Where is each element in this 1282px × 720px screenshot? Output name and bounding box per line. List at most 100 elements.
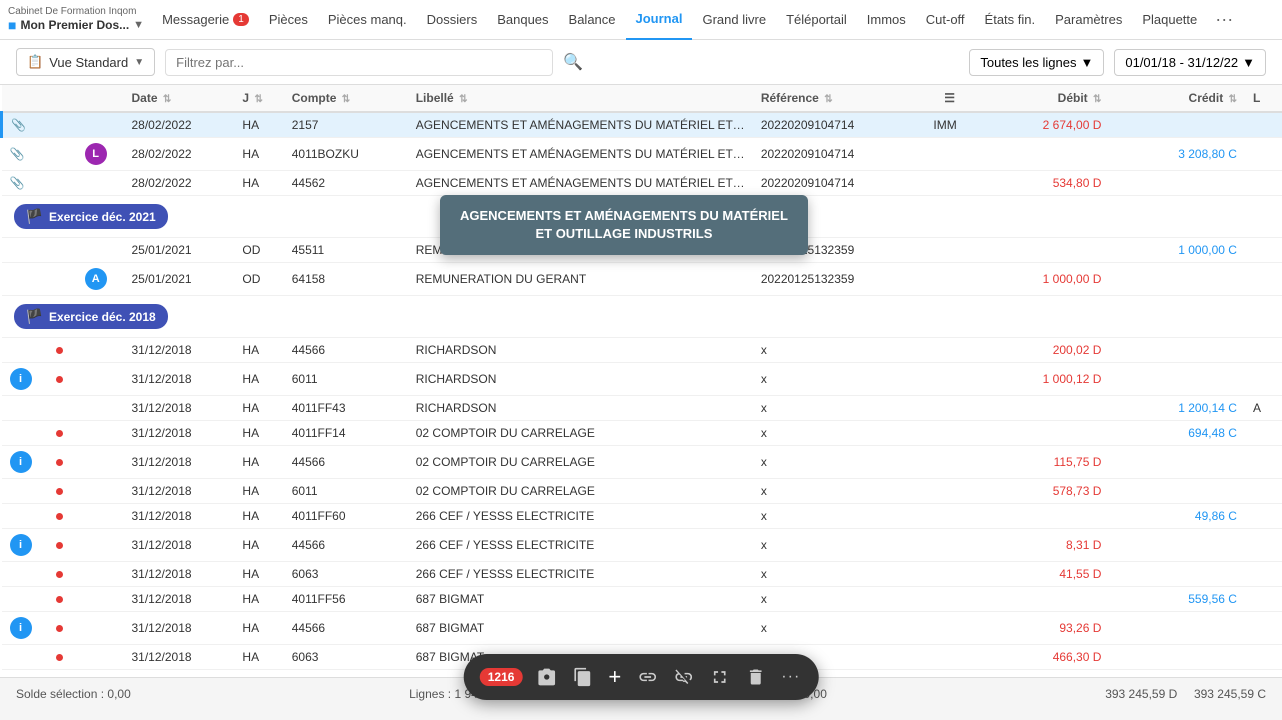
table-row[interactable]: i 31/12/2018 HA 44566 02 COMPTOIR DU CAR… (2, 446, 1282, 479)
row-credit (1109, 562, 1245, 587)
row-j: HA (234, 396, 283, 421)
table-row[interactable]: i 31/12/2018 HA 44566 687 BIGMAT x 93,26… (2, 612, 1282, 645)
ft-link-button[interactable] (635, 665, 659, 689)
avatar: A (85, 268, 107, 290)
filter-input[interactable] (165, 49, 553, 76)
vue-standard-button[interactable]: 📋 Vue Standard ▼ (16, 48, 155, 76)
row-j: OD (234, 238, 283, 263)
nav-teleportail[interactable]: Téléportail (776, 0, 857, 40)
table-row[interactable]: i 31/12/2018 HA 44566 266 CEF / YESSS EL… (2, 529, 1282, 562)
row-avatar-cell (77, 446, 124, 479)
tooltip-line1: AGENCEMENTS ET AMÉNAGEMENTS DU MATÉRIEL (460, 207, 788, 225)
row-date: 31/12/2018 (124, 612, 235, 645)
col-libelle-header[interactable]: Libellé ⇅ (408, 85, 753, 112)
table-row[interactable]: 📎 28/02/2022 HA 44562 AGENCEMENTS ET AMÉ… (2, 171, 1282, 196)
table-header-row: Date ⇅ J ⇅ Compte ⇅ Libellé ⇅ Référence … (2, 85, 1282, 112)
table-row[interactable]: i 31/12/2018 HA 6011 RICHARDSON x 1 000,… (2, 363, 1282, 396)
filter-lines-button[interactable]: Toutes les lignes ▼ (969, 49, 1104, 76)
row-debit (974, 421, 1110, 446)
table-row[interactable]: 31/12/2018 HA 4011FF60 266 CEF / YESSS E… (2, 504, 1282, 529)
row-compte: 6063 (284, 562, 408, 587)
row-compte: 44562 (284, 171, 408, 196)
ft-more-button[interactable]: ··· (779, 666, 802, 688)
row-avatar-cell (77, 171, 124, 196)
row-ref2 (925, 670, 973, 678)
col-credit-header[interactable]: Crédit ⇅ (1109, 85, 1245, 112)
table-row[interactable]: 📎 28/02/2022 HA 2157 AGENCEMENTS ET AMÉN… (2, 112, 1282, 138)
row-icon (2, 562, 49, 587)
row-date: 28/02/2022 (124, 138, 235, 171)
nav-journal[interactable]: Journal (626, 0, 693, 40)
avatar: L (85, 143, 107, 165)
exercise-badge: 🏴 Exercice déc. 2021 (14, 204, 168, 229)
row-libelle: 02 COMPTOIR DU CARRELAGE (408, 446, 753, 479)
row-date: 31/12/2018 (124, 396, 235, 421)
nav-grand-livre[interactable]: Grand livre (692, 0, 776, 40)
row-credit: 1 200,14 C (1109, 396, 1245, 421)
row-j: HA (234, 171, 283, 196)
col-compte-header[interactable]: Compte ⇅ (284, 85, 408, 112)
col-filter-header[interactable]: ☰ (925, 85, 973, 112)
row-avatar-cell (77, 238, 124, 263)
search-icon[interactable]: 🔍 (563, 52, 583, 72)
ft-unlink-button[interactable] (671, 665, 695, 689)
row-dot (48, 138, 76, 171)
ft-camera-button[interactable] (534, 665, 558, 689)
nav-banques[interactable]: Banques (487, 0, 558, 40)
row-debit: 2 202,16 D (974, 670, 1110, 678)
table-row[interactable]: 31/12/2018 HA 6063 266 CEF / YESSS ELECT… (2, 562, 1282, 587)
col-ref-header[interactable]: Référence ⇅ (753, 85, 926, 112)
nav-more[interactable]: ··· (1207, 9, 1241, 30)
row-l (1245, 504, 1282, 529)
solde-selection: Solde sélection : 0,00 (16, 687, 131, 701)
filter-bar: 📋 Vue Standard ▼ 🔍 Toutes les lignes ▼ 0… (0, 40, 1282, 85)
col-j-header[interactable]: J ⇅ (234, 85, 283, 112)
table-row[interactable]: 31/12/2018 HA 4011FF43 RICHARDSON x 1 20… (2, 396, 1282, 421)
ft-add-button[interactable]: + (606, 662, 623, 692)
row-l (1245, 479, 1282, 504)
row-compte: 64158 (284, 263, 408, 296)
table-row[interactable]: A 25/01/2021 OD 64158 REMUNERATION DU GE… (2, 263, 1282, 296)
row-date: 31/12/2018 (124, 670, 235, 678)
row-j: OD (234, 263, 283, 296)
nav-dossiers[interactable]: Dossiers (417, 0, 488, 40)
row-ref2 (925, 479, 973, 504)
row-debit: 8,31 D (974, 529, 1110, 562)
row-date: 25/01/2021 (124, 263, 235, 296)
row-libelle: AGENCEMENTS ET AMÉNAGEMENTS DU MATÉRIEL … (408, 171, 753, 196)
nav-pieces-manq[interactable]: Pièces manq. (318, 0, 417, 40)
row-ref2 (925, 504, 973, 529)
col-date-header[interactable]: Date ⇅ (124, 85, 235, 112)
table-row[interactable]: 31/12/2018 HA 4011FF14 02 COMPTOIR DU CA… (2, 421, 1282, 446)
table-row[interactable]: 📎 L 28/02/2022 HA 4011BOZKU AGENCEMENTS … (2, 138, 1282, 171)
table-row[interactable]: 31/12/2018 HA 44566 RICHARDSON x 200,02 … (2, 338, 1282, 363)
col-l-header[interactable]: L (1245, 85, 1282, 112)
row-credit (1109, 612, 1245, 645)
ft-copy-button[interactable] (570, 665, 594, 689)
company-name[interactable]: ■ Mon Premier Dos... ▼ (8, 17, 144, 33)
table-row[interactable]: 31/12/2018 HA 4011FF56 687 BIGMAT x 559,… (2, 587, 1282, 612)
nav-balance[interactable]: Balance (559, 0, 626, 40)
nav-pieces[interactable]: Pièces (259, 0, 318, 40)
nav-cutoff[interactable]: Cut-off (916, 0, 975, 40)
nav-plaquette[interactable]: Plaquette (1132, 0, 1207, 40)
table-row[interactable]: 31/12/2018 HA 6011 02 COMPTOIR DU CARREL… (2, 479, 1282, 504)
row-j: VT (234, 670, 283, 678)
ft-expand-button[interactable] (707, 665, 731, 689)
nav-etats-fin[interactable]: États fin. (975, 0, 1046, 40)
row-icon (2, 479, 49, 504)
row-avatar-cell (77, 338, 124, 363)
col-debit-header[interactable]: Débit ⇅ (974, 85, 1110, 112)
nav-immos[interactable]: Immos (857, 0, 916, 40)
row-l (1245, 263, 1282, 296)
row-ref2 (925, 263, 973, 296)
nav-parametres[interactable]: Paramètres (1045, 0, 1132, 40)
row-libelle: AGENCEMENTS ET AMÉNAGEMENTS DU MATÉRIEL … (408, 138, 753, 171)
ft-delete-button[interactable] (743, 665, 767, 689)
nav-messagerie[interactable]: Messagerie 1 (152, 0, 259, 40)
filter-date-button[interactable]: 01/01/18 - 31/12/22 ▼ (1114, 49, 1266, 76)
row-credit: 559,56 C (1109, 587, 1245, 612)
exercise-badge: 🏴 Exercice déc. 2018 (14, 304, 168, 329)
row-j: HA (234, 504, 283, 529)
row-j: HA (234, 645, 283, 670)
